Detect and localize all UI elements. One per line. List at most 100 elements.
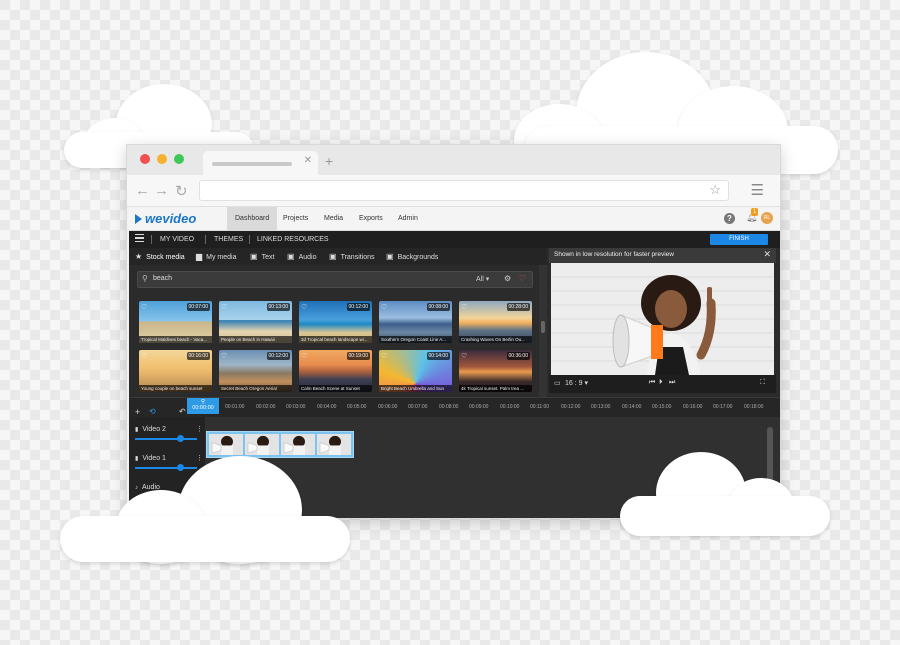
favorite-heart-icon[interactable]: ♡	[141, 352, 147, 360]
ruler-tick: 00:16:00	[683, 404, 703, 410]
avatar[interactable]: RL	[761, 212, 773, 224]
skip-forward-icon[interactable]: ⏭	[669, 379, 675, 387]
duration-badge: 00:13:00	[266, 303, 290, 311]
media-thumbnail[interactable]: ♡ 00:14:00 Bright Beach Umbrella and Sun	[379, 350, 452, 392]
favorite-heart-icon[interactable]: ♡	[221, 352, 227, 360]
panel-splitter[interactable]	[539, 265, 547, 397]
browser-tab[interactable]: ✕	[203, 151, 318, 175]
video-clip[interactable]	[206, 431, 354, 458]
media-thumbnail[interactable]: ♡ 00:07:00 Tropical Maldives beach - Vac…	[139, 301, 212, 343]
text-icon: ▣	[250, 252, 258, 261]
fullscreen-icon[interactable]: ⛶	[760, 379, 765, 387]
preview-notice: Shown in low resolution for faster previ…	[554, 251, 674, 258]
tab-backgrounds[interactable]: ▣ Backgrounds	[386, 248, 438, 265]
tab-stock-media[interactable]: ★ Stock media	[135, 248, 185, 265]
media-thumbnail[interactable]: ♡ 00:28:00 Crashing Waves On Berlin Ou..…	[459, 301, 532, 343]
undo-icon[interactable]: ↶	[179, 407, 186, 416]
browser-menu-icon[interactable]: ☰	[751, 181, 764, 199]
nav-exports[interactable]: Exports	[351, 207, 391, 231]
media-thumbnail[interactable]: ♡ 00:36:00 4k Tropical sunset. Palm trea…	[459, 350, 532, 392]
finish-button[interactable]: FINISH	[710, 234, 768, 245]
address-bar[interactable]: ☆	[199, 180, 729, 201]
logo-play-icon	[135, 214, 142, 224]
close-icon[interactable]: ✕	[763, 249, 771, 260]
window-maximize-dot[interactable]	[174, 154, 184, 164]
hamburger-menu-icon[interactable]	[135, 234, 144, 242]
favorite-heart-icon[interactable]: ♡	[381, 303, 387, 311]
media-thumbnail[interactable]: ♡ 00:12:00 3d Tropical beach landscape w…	[299, 301, 372, 343]
stock-media-grid: ♡ 00:07:00 Tropical Maldives beach - Vac…	[139, 301, 539, 396]
duration-badge: 00:07:00	[186, 303, 210, 311]
search-input[interactable]: beach	[153, 275, 172, 282]
tab-transitions[interactable]: ▣ Transitions	[329, 248, 375, 265]
tab-title-placeholder	[212, 162, 292, 166]
aspect-ratio-dropdown[interactable]: 16 : 9 ▾	[565, 379, 588, 387]
favorites-heart-icon[interactable]: ♡	[519, 274, 526, 283]
media-thumbnail[interactable]: ♡ 00:16:00 Young couple on beach sunset	[139, 350, 212, 392]
add-track-icon[interactable]: +	[135, 407, 140, 417]
search-filter-dropdown[interactable]: All ▾	[476, 275, 489, 283]
browser-nav-bar: ← → ↻ ☆ ☰	[127, 175, 780, 207]
favorite-heart-icon[interactable]: ♡	[461, 303, 467, 311]
aspect-ratio-icon[interactable]: ▭	[554, 379, 561, 387]
tab-close-icon[interactable]: ✕	[304, 155, 312, 166]
window-minimize-dot[interactable]	[157, 154, 167, 164]
tab-label: Audio	[298, 254, 317, 261]
divider	[205, 235, 206, 244]
favorite-heart-icon[interactable]: ♡	[461, 352, 467, 360]
play-icon[interactable]: ⏵	[659, 379, 663, 387]
new-tab-icon[interactable]: +	[325, 153, 333, 169]
subnav-my-video[interactable]: MY VIDEO	[160, 231, 194, 248]
ruler-tick: 00:07:00	[408, 404, 428, 410]
cloud-bottom-left	[60, 456, 352, 564]
favorite-heart-icon[interactable]: ♡	[301, 303, 307, 311]
nav-admin[interactable]: Admin	[390, 207, 426, 231]
media-thumbnail[interactable]: ♡ 00:08:00 Southern Oregon Coast Line A.…	[379, 301, 452, 343]
ruler-tick: 00:02:00	[256, 404, 276, 410]
reload-icon[interactable]: ↻	[175, 182, 188, 200]
back-arrow-icon[interactable]: ←	[135, 182, 150, 199]
divider	[151, 235, 152, 244]
more-options-icon[interactable]: ⋮	[196, 425, 203, 433]
splitter-handle[interactable]	[541, 321, 545, 333]
media-thumbnail[interactable]: ♡ 00:12:00 Secret Beach Oregon Aerial	[219, 350, 292, 392]
nav-projects[interactable]: Projects	[275, 207, 316, 231]
duration-badge: 00:12:00	[346, 303, 370, 311]
window-close-dot[interactable]	[140, 154, 150, 164]
magnet-icon[interactable]: ⟲	[149, 407, 156, 416]
skip-back-icon[interactable]: ⏮	[649, 379, 655, 387]
help-icon[interactable]: ?	[724, 213, 735, 224]
media-thumbnail[interactable]: ♡ 00:13:00 People on Beach in Hawaii	[219, 301, 292, 343]
duration-badge: 00:08:00	[426, 303, 450, 311]
favorite-heart-icon[interactable]: ♡	[221, 303, 227, 311]
preview-controls: ▭ 16 : 9 ▾ ⏮ ⏵ ⏭ ⛶	[549, 375, 776, 393]
favorite-heart-icon[interactable]: ♡	[141, 303, 147, 311]
favorite-heart-icon[interactable]: ♡	[381, 352, 387, 360]
filter-settings-icon[interactable]: ⚙	[504, 274, 511, 283]
favorite-heart-icon[interactable]: ♡	[301, 352, 307, 360]
tab-my-media[interactable]: ▆ My media	[196, 248, 237, 265]
playhead-marker[interactable]: ⚲ 00:00:00	[187, 398, 219, 414]
thumbnail-caption: Tropical Maldives beach - Vaca...	[139, 336, 212, 343]
nav-dashboard[interactable]: Dashboard	[227, 207, 278, 231]
tab-text[interactable]: ▣ Text	[250, 248, 274, 265]
wevideo-logo[interactable]: wevideo	[135, 211, 196, 226]
media-search-bar[interactable]: ⚲ beach All ▾ ⚙ ♡	[137, 271, 533, 288]
media-thumbnail[interactable]: ♡ 00:19:00 Calm Beach Scene at Sunset	[299, 350, 372, 392]
track-header-video-2[interactable]: ▮ Video 2 ⋮	[129, 421, 205, 449]
bookmark-star-icon[interactable]: ☆	[709, 182, 721, 198]
media-tabs: ★ Stock media ▆ My media ▣ Text ▣ Audio ▣ Tra…	[129, 248, 547, 265]
video-preview[interactable]	[551, 263, 774, 375]
thumbnail-caption: Young couple on beach sunset	[139, 385, 212, 392]
slider-knob[interactable]	[177, 435, 184, 442]
ruler-tick: 00:10:00	[500, 404, 520, 410]
subnav-linked-resources[interactable]: LINKED RESOURCES	[257, 231, 329, 248]
timeline-ruler[interactable]: 00:01:00 00:02:00 00:03:00 00:04:00 00:0…	[129, 397, 780, 417]
nav-media[interactable]: Media	[316, 207, 351, 231]
track-volume-slider[interactable]	[135, 438, 197, 440]
subnav-themes[interactable]: THEMES	[214, 231, 243, 248]
forward-arrow-icon[interactable]: →	[154, 182, 169, 199]
tab-audio[interactable]: ▣ Audio	[287, 248, 316, 265]
cloud-bottom-right	[620, 452, 832, 538]
folder-icon: ▆	[196, 252, 203, 261]
